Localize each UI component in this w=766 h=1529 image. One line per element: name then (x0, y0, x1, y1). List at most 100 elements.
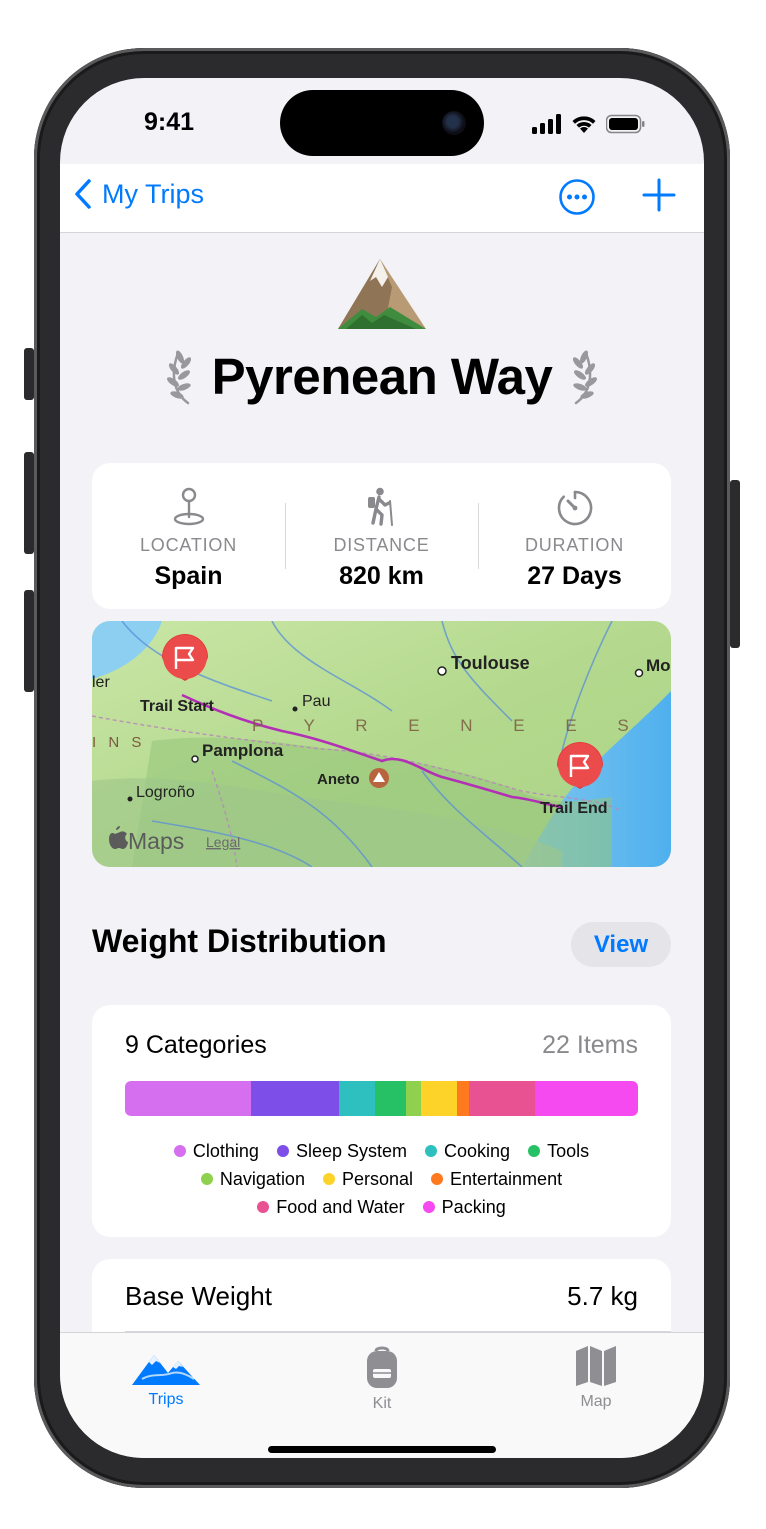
tab-trips[interactable]: Trips (106, 1345, 226, 1409)
marker-label-end: Trail End (540, 800, 608, 817)
legend-item: Tools (528, 1141, 589, 1162)
status-icons (532, 114, 646, 134)
laurel-right-icon (573, 350, 598, 405)
marker-label-start: Trail Start (140, 698, 214, 715)
legend-item: Cooking (425, 1141, 510, 1162)
legend-item: Clothing (173, 1141, 259, 1162)
add-icon[interactable] (642, 174, 676, 216)
navigation-bar: My Trips (60, 164, 704, 233)
legend-label: Tools (547, 1140, 590, 1161)
volume-down-button (24, 590, 34, 692)
home-indicator[interactable] (268, 1446, 496, 1453)
mountain-emoji-icon (338, 259, 426, 329)
legend-label: Navigation (219, 1168, 305, 1189)
legend-item: Navigation (200, 1168, 305, 1190)
legend-item: Food and Water (257, 1197, 405, 1218)
base-weight-label: Base Weight (125, 1281, 272, 1311)
legend-item: Packing (422, 1196, 506, 1218)
weight-distribution-card[interactable]: 9 Categories 22 Items Clothing Sleep Sys… (92, 1005, 671, 1237)
hiker-icon (367, 487, 393, 526)
stat-value: Spain (154, 562, 223, 590)
weight-bar-segment (420, 1081, 457, 1116)
weight-stacked-bar (125, 1081, 638, 1116)
power-button (730, 480, 740, 648)
legend-item: Personal (322, 1169, 413, 1190)
legend-label: Cooking (444, 1140, 511, 1161)
dynamic-island (280, 90, 484, 156)
wifi-icon (572, 116, 596, 133)
base-weight-card[interactable]: Base Weight 5.7 kg (92, 1259, 671, 1333)
legend-dot (276, 1145, 289, 1157)
map-canvas: P Y R E N E E S Toulouse Mo Pau Pamplona… (92, 621, 671, 867)
stat-label: DURATION (524, 535, 625, 555)
trip-title: Pyrenean Way (211, 347, 553, 405)
map-label-logrono: Logroño (136, 784, 195, 801)
legend-dot (200, 1173, 213, 1185)
base-weight-value: 5.7 kg (567, 1281, 638, 1311)
map-label-mo: Mo (646, 656, 671, 675)
back-label: My Trips (102, 178, 205, 209)
map-label-ler: ler (92, 674, 110, 691)
legend-label: Sleep System (295, 1140, 408, 1161)
stat-duration: DURATION 27 Days (478, 463, 671, 609)
legend-dot (257, 1201, 270, 1213)
legend-dot (173, 1145, 186, 1157)
map-pin-icon (173, 487, 204, 526)
items-count: 22 Items (542, 1031, 638, 1059)
stat-value: 820 km (339, 562, 424, 590)
maps-brand-label: Maps (128, 828, 184, 854)
map-label-pamplona: Pamplona (202, 741, 284, 760)
back-button[interactable]: My Trips (74, 178, 204, 210)
map-label-ins: I N S (92, 734, 145, 751)
title-row: Pyrenean Way (60, 345, 704, 407)
tab-label: Kit (372, 1395, 392, 1412)
screen: 9:41 My Trips Pyrenean Way LOCATION Spai… (60, 78, 704, 1458)
legend-dot (422, 1201, 435, 1213)
status-time: 9:41 (144, 108, 195, 136)
weight-bar-segment (250, 1081, 339, 1116)
cellular-signal-icon (532, 114, 561, 134)
legend-dot (425, 1145, 438, 1157)
folded-map-icon (576, 1346, 616, 1386)
legend-label: Packing (441, 1196, 506, 1217)
map-label-pyrenees: P Y R E N E E S (252, 716, 647, 735)
weight-bar-segment (338, 1081, 375, 1116)
stat-label: DISTANCE (333, 535, 430, 555)
aneto-peak-icon (369, 768, 389, 788)
legend-dot (431, 1173, 444, 1185)
action-button (24, 348, 34, 400)
weight-bar-segment (405, 1081, 421, 1116)
tab-kit[interactable]: Kit (322, 1345, 442, 1413)
chevron-left-icon (75, 179, 91, 209)
legal-link[interactable]: Legal (206, 834, 240, 850)
tab-bar: Trips Kit Map (60, 1332, 704, 1458)
weight-bar-segment (468, 1081, 536, 1116)
legend-item: Entertainment (431, 1169, 562, 1190)
tab-label: Map (580, 1393, 612, 1410)
camera-icon (442, 111, 466, 135)
weight-bar-segment (374, 1081, 406, 1116)
legend-label: Entertainment (450, 1168, 563, 1189)
legend-dot (322, 1173, 335, 1185)
legend-item: Sleep System (276, 1140, 408, 1162)
map-label-pau: Pau (302, 693, 330, 710)
timer-icon (557, 490, 592, 526)
stat-location: LOCATION Spain (92, 463, 285, 609)
battery-icon (606, 114, 645, 134)
weight-bar-segment (125, 1081, 251, 1116)
laurel-left-icon (166, 350, 191, 405)
trip-stats-card: LOCATION Spain DISTANCE 820 km DURATION … (92, 463, 671, 609)
tab-label: Trips (148, 1391, 184, 1408)
stat-value: 27 Days (527, 562, 622, 590)
view-button[interactable]: View (571, 922, 671, 967)
weight-bar-segment (456, 1081, 469, 1116)
backpack-icon (367, 1346, 397, 1388)
more-options-icon[interactable] (558, 178, 596, 216)
stat-distance: DISTANCE 820 km (285, 463, 478, 609)
route-map[interactable]: P Y R E N E E S Toulouse Mo Pau Pamplona… (92, 621, 671, 867)
tab-map[interactable]: Map (536, 1345, 656, 1411)
volume-up-button (24, 452, 34, 554)
section-title-weight: Weight Distribution (92, 923, 387, 959)
mountains-icon (132, 1355, 200, 1385)
map-label-aneto: Aneto (317, 771, 360, 788)
